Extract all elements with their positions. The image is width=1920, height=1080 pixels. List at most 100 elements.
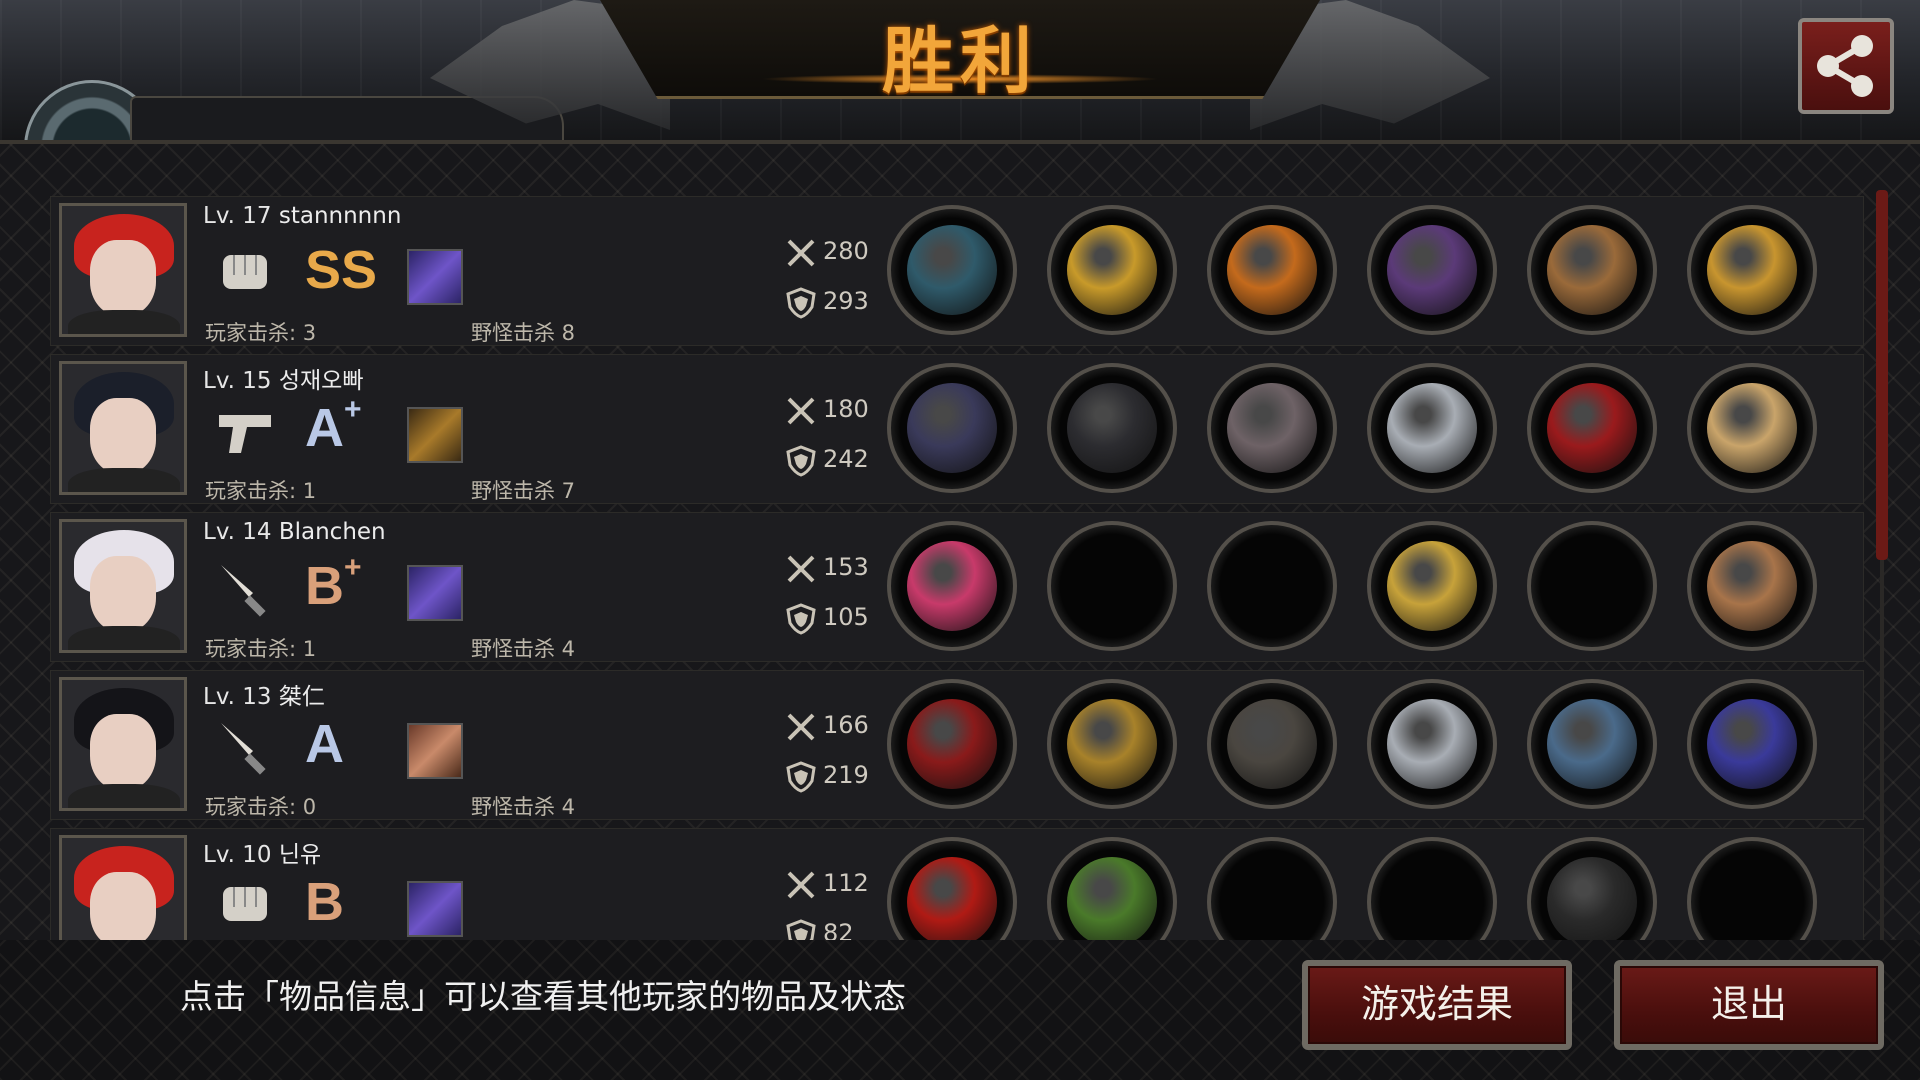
attack-value: 153 (823, 553, 869, 581)
item-slot[interactable] (1527, 363, 1657, 493)
item-slot[interactable] (1047, 679, 1177, 809)
monster-kills: 野怪击杀 4 (471, 795, 576, 819)
defense-shield-icon (786, 287, 816, 319)
player-avatar (59, 677, 187, 811)
scrollbar-thumb[interactable] (1876, 190, 1888, 560)
defense-shield-icon (786, 603, 816, 635)
item-slot[interactable] (887, 205, 1017, 335)
player-name: 성재오빠 (278, 368, 364, 394)
avatar-face (90, 556, 156, 632)
player-kills: 玩家击杀: 0 (205, 795, 317, 819)
cat-box-icon (1707, 541, 1797, 631)
hint-text: 点击「物品信息」可以查看其他玩家的物品及状态 (180, 977, 906, 1016)
defense-shield-icon (786, 445, 816, 477)
rank-letter: B (305, 556, 344, 616)
game-result-button[interactable]: 游戏结果 (1302, 960, 1572, 1050)
red-claw-icon (907, 857, 997, 944)
player-avatar (59, 519, 187, 653)
rank-letter: A (305, 714, 344, 774)
red-heels-icon (1547, 383, 1637, 473)
player-row[interactable]: Lv. 17 stannnnnn SS 玩家击杀: 3 野怪击杀 8 280 2… (50, 196, 1864, 346)
results-panel: Lv. 17 stannnnnn SS 玩家击杀: 3 野怪击杀 8 280 2… (0, 140, 1920, 944)
item-slot[interactable] (1527, 521, 1657, 651)
item-slot[interactable] (1367, 837, 1497, 944)
player-name: 닌유 (278, 842, 322, 868)
item-slot[interactable] (1047, 837, 1177, 944)
avatar-face (90, 398, 156, 474)
item-slot[interactable] (1047, 363, 1177, 493)
purple-glove-icon (1387, 225, 1477, 315)
item-slot[interactable] (1687, 837, 1817, 944)
exit-button[interactable]: 退出 (1614, 960, 1884, 1050)
rank-letter: A (305, 398, 344, 458)
item-slot[interactable] (887, 837, 1017, 944)
attack-value: 180 (823, 395, 869, 423)
attack-swords-icon (787, 555, 815, 583)
player-list[interactable]: Lv. 17 stannnnnn SS 玩家击杀: 3 野怪击杀 8 280 2… (50, 196, 1864, 944)
item-slot[interactable] (1207, 521, 1337, 651)
bottom-bar: 点击「物品信息」可以查看其他玩家的物品及状态 游戏结果 退出 (0, 940, 1920, 1080)
item-slot[interactable] (887, 363, 1017, 493)
purple-crate-icon (407, 249, 463, 305)
attack-swords-icon (787, 713, 815, 741)
black-helmet-icon (1067, 383, 1157, 473)
silver-bracer-icon (1387, 383, 1477, 473)
item-slot[interactable] (1687, 205, 1817, 335)
item-slot[interactable] (1367, 205, 1497, 335)
item-slot[interactable] (1687, 679, 1817, 809)
purple-crate-icon (407, 565, 463, 621)
monster-kills: 野怪击杀 4 (471, 637, 576, 661)
bullets-icon (407, 407, 463, 463)
defense-shield-icon (786, 761, 816, 793)
item-slot[interactable] (1207, 679, 1337, 809)
avatar-body (68, 784, 180, 808)
fist-icon (213, 873, 277, 937)
item-slot[interactable] (1047, 205, 1177, 335)
winged-boots-icon (1547, 225, 1637, 315)
item-slot[interactable] (887, 679, 1017, 809)
rank-badge: SS (305, 237, 377, 303)
player-name: stannnnnn (278, 203, 402, 229)
player-avatar (59, 361, 187, 495)
player-row[interactable]: Lv. 10 닌유 B 112 82 (50, 828, 1864, 944)
item-slot[interactable] (1527, 679, 1657, 809)
item-slot[interactable] (1047, 521, 1177, 651)
item-slot[interactable] (1207, 837, 1337, 944)
player-kills: 玩家击杀: 1 (205, 479, 317, 503)
item-slot[interactable] (1207, 205, 1337, 335)
player-row[interactable]: Lv. 14 Blanchen B+ 玩家击杀: 1 野怪击杀 4 153 10… (50, 512, 1864, 662)
item-slot[interactable] (1367, 679, 1497, 809)
defense-value: 242 (823, 445, 869, 473)
player-level: Lv. 14 (203, 519, 272, 545)
avatar-body (68, 310, 180, 334)
defense-value: 105 (823, 603, 869, 631)
rank-badge: A+ (305, 395, 362, 461)
attack-swords-icon (787, 239, 815, 267)
item-slot[interactable] (887, 521, 1017, 651)
player-avatar (59, 203, 187, 337)
item-slot[interactable] (1687, 363, 1817, 493)
item-slot[interactable] (1207, 363, 1337, 493)
player-name: 桀仁 (278, 684, 325, 710)
player-kills: 玩家击杀: 1 (205, 637, 317, 661)
item-slot[interactable] (1367, 363, 1497, 493)
player-name: Blanchen (278, 519, 386, 545)
avatar-face (90, 872, 156, 944)
avatar-face (90, 714, 156, 790)
player-row[interactable]: Lv. 13 桀仁 A 玩家击杀: 0 野怪击杀 4 166 219 (50, 670, 1864, 820)
knife-icon (213, 715, 277, 779)
rank-letter: B (305, 872, 344, 932)
player-name-line: Lv. 13 桀仁 (203, 677, 325, 711)
attack-value: 112 (823, 869, 869, 897)
item-slot[interactable] (1367, 521, 1497, 651)
revolver-icon (907, 383, 997, 473)
item-slot[interactable] (1687, 521, 1817, 651)
crown-icon (1067, 225, 1157, 315)
player-avatar (59, 835, 187, 944)
item-slot[interactable] (1527, 205, 1657, 335)
player-level: Lv. 13 (203, 684, 272, 710)
player-row[interactable]: Lv. 15 성재오빠 A+ 玩家击杀: 1 野怪击杀 7 180 242 (50, 354, 1864, 504)
avatar-face (90, 240, 156, 316)
item-slot[interactable] (1527, 837, 1657, 944)
share-button[interactable] (1798, 18, 1894, 114)
